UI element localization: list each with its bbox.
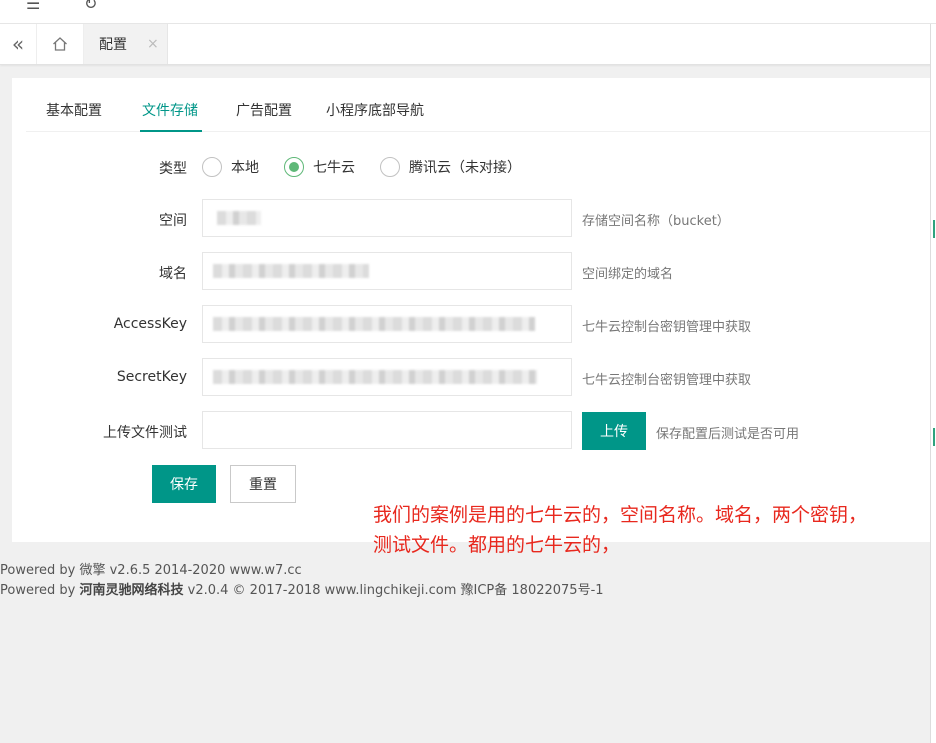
right-scroll-strip bbox=[930, 24, 936, 743]
redacted-value bbox=[213, 370, 537, 384]
radio-label: 七牛云 bbox=[313, 160, 355, 176]
menu-toggle-icon[interactable]: ☰ bbox=[26, 0, 40, 13]
tab-miniprogram-nav[interactable]: 小程序底部导航 bbox=[326, 100, 424, 120]
annotation-line: 测试文件。都用的七牛云的， bbox=[373, 534, 621, 556]
top-toolbar: ☰ ↻ bbox=[0, 0, 936, 24]
domain-label: 域名 bbox=[159, 266, 187, 282]
refresh-icon[interactable]: ↻ bbox=[84, 0, 97, 13]
space-input[interactable] bbox=[202, 199, 572, 237]
radio-circle bbox=[202, 157, 222, 177]
home-icon[interactable] bbox=[37, 24, 84, 64]
footer-company: 河南灵驰网络科技 bbox=[79, 583, 184, 598]
config-panel: 基本配置 文件存储 广告配置 小程序底部导航 类型 本地 七牛云 腾讯云（未对接… bbox=[12, 78, 930, 542]
radio-circle-checked bbox=[284, 157, 304, 177]
tab-basic-config[interactable]: 基本配置 bbox=[46, 100, 102, 120]
upload-button[interactable]: 上传 bbox=[582, 412, 646, 450]
annotation-note: 我们的案例是用的七牛云的，空间名称。域名，两个密钥， 测试文件。都用的七牛云的， bbox=[373, 500, 928, 560]
save-button[interactable]: 保存 bbox=[152, 465, 216, 503]
reset-button[interactable]: 重置 bbox=[230, 465, 296, 503]
tab-config[interactable]: 配置 × bbox=[84, 24, 168, 64]
domain-hint: 空间绑定的域名 bbox=[582, 267, 674, 282]
redacted-value bbox=[213, 317, 535, 331]
redacted-value bbox=[213, 264, 369, 278]
upload-hint: 保存配置后测试是否可用 bbox=[656, 427, 800, 442]
radio-local[interactable]: 本地 bbox=[202, 157, 259, 177]
radio-tencent[interactable]: 腾讯云（未对接） bbox=[380, 157, 521, 177]
active-tab-underline bbox=[140, 130, 202, 132]
domain-input[interactable] bbox=[202, 252, 572, 290]
settings-tabs: 基本配置 文件存储 广告配置 小程序底部导航 bbox=[26, 78, 930, 132]
tab-ad-config[interactable]: 广告配置 bbox=[236, 100, 292, 120]
accesskey-input[interactable] bbox=[202, 305, 572, 343]
tab-config-label: 配置 bbox=[99, 37, 127, 53]
space-label: 空间 bbox=[159, 213, 187, 229]
radio-label: 腾讯云（未对接） bbox=[409, 160, 521, 176]
radio-label: 本地 bbox=[231, 160, 259, 176]
footer-line-2: Powered by 河南灵驰网络科技 v2.0.4 © 2017-2018 w… bbox=[0, 579, 604, 598]
double-chevron-left-icon[interactable]: « bbox=[0, 24, 37, 64]
footer-suffix: v2.0.4 © 2017-2018 www.lingchikeji.com 豫… bbox=[183, 583, 604, 598]
accesskey-hint: 七牛云控制台密钥管理中获取 bbox=[582, 320, 752, 335]
redacted-value bbox=[217, 211, 261, 225]
annotation-line: 我们的案例是用的七牛云的，空间名称。域名，两个密钥， bbox=[373, 504, 868, 526]
tab-file-storage[interactable]: 文件存储 bbox=[142, 100, 198, 120]
secretkey-hint: 七牛云控制台密钥管理中获取 bbox=[582, 373, 752, 388]
upload-test-label: 上传文件测试 bbox=[103, 425, 187, 441]
radio-qiniu[interactable]: 七牛云 bbox=[284, 157, 355, 177]
tab-bar: « 配置 × bbox=[0, 24, 936, 65]
secretkey-label: SecretKey bbox=[116, 369, 187, 385]
type-label: 类型 bbox=[159, 161, 187, 177]
footer-line-1: Powered by 微擎 v2.6.5 2014-2020 www.w7.cc bbox=[0, 563, 302, 578]
secretkey-input[interactable] bbox=[202, 358, 572, 396]
accesskey-label: AccessKey bbox=[113, 316, 187, 332]
space-hint: 存储空间名称（bucket） bbox=[582, 214, 730, 229]
close-icon[interactable]: × bbox=[147, 36, 159, 52]
radio-circle bbox=[380, 157, 400, 177]
upload-test-input[interactable] bbox=[202, 411, 572, 449]
footer-prefix: Powered by bbox=[0, 583, 80, 598]
